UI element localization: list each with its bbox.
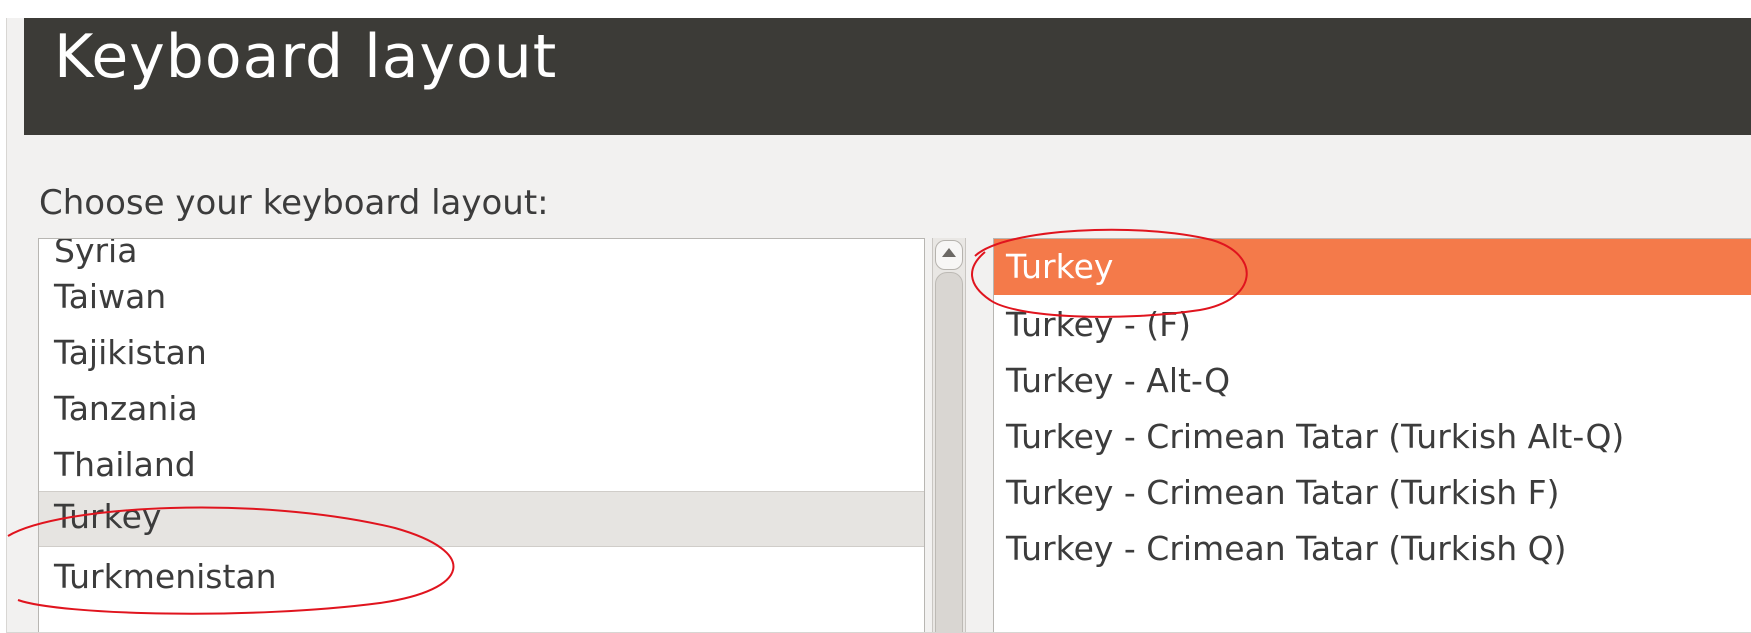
list-item-variant-selected[interactable]: Turkey [994, 239, 1751, 295]
list-item-label: Turkey - Alt-Q [1006, 361, 1231, 400]
list-item-variant[interactable]: Turkey - Crimean Tatar (Turkish F) [994, 463, 1751, 525]
page-header: Keyboard layout [24, 18, 1751, 135]
country-list-scrollbar[interactable] [932, 238, 966, 632]
list-item-label: Turkey - Crimean Tatar (Turkish F) [1006, 473, 1560, 512]
list-item-label: Taiwan [54, 277, 167, 316]
scroll-up-button[interactable] [935, 240, 963, 270]
list-item-label: Turkey - Crimean Tatar (Turkish Alt-Q) [1006, 417, 1625, 456]
list-item-variant[interactable]: Turkey - (F) [994, 295, 1751, 357]
chevron-up-icon [942, 248, 956, 257]
list-item-country[interactable]: Turkmenistan [39, 547, 924, 609]
list-item-label: Turkey - (F) [1006, 305, 1192, 344]
list-item-country-selected[interactable]: Turkey [39, 491, 924, 547]
list-item-country[interactable]: Tajikistan [39, 323, 924, 385]
layout-prompt-label: Choose your keyboard layout: [39, 183, 549, 223]
list-item-label: Turkey - Crimean Tatar (Turkish Q) [1006, 529, 1567, 568]
installer-window: Keyboard layout Choose your keyboard lay… [6, 18, 1751, 633]
list-item-country[interactable]: Thailand [39, 435, 924, 497]
country-list[interactable]: Syria Taiwan Tajikistan Tanzania Thailan… [38, 238, 925, 632]
list-item-label: Tajikistan [54, 333, 207, 372]
list-item-variant[interactable]: Turkey - Crimean Tatar (Turkish Q) [994, 519, 1751, 581]
screenshot-frame: Keyboard layout Choose your keyboard lay… [0, 0, 1751, 633]
page-title: Keyboard layout [54, 22, 558, 92]
list-item-variant[interactable]: Turkey - Alt-Q [994, 351, 1751, 413]
list-item-country[interactable]: Taiwan [39, 267, 924, 329]
list-item-variant[interactable]: Turkey - Crimean Tatar (Turkish Alt-Q) [994, 407, 1751, 469]
variant-list[interactable]: Turkey Turkey - (F) Turkey - Alt-Q Turke… [993, 238, 1751, 632]
list-item-label: Turkey [54, 497, 162, 536]
scrollbar-thumb[interactable] [935, 272, 963, 632]
list-item-label: Tanzania [54, 389, 198, 428]
list-item-label: Turkey [1006, 247, 1114, 286]
list-item-label: Turkmenistan [54, 557, 277, 596]
list-item-label: Thailand [54, 445, 196, 484]
list-item-country[interactable]: Tanzania [39, 379, 924, 441]
